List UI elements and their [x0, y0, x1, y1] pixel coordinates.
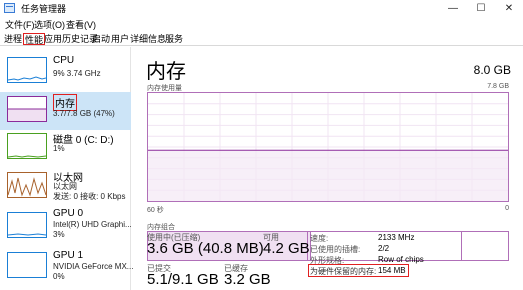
maximize-button[interactable]: ☐	[466, 0, 496, 17]
usage-area	[148, 150, 508, 201]
performance-sidebar: CPU 9% 3.74 GHz 内存 3.7/7.8 GB (47%) 磁盘 0…	[0, 47, 134, 290]
page-title: 内存	[146, 61, 186, 83]
sidebar-item-detail: NVIDIA GeForce MX...	[53, 262, 134, 271]
sidebar-item-usage: 3%	[53, 230, 65, 239]
slots-value: 2/2	[378, 244, 390, 253]
sidebar-item-cpu[interactable]: CPU 9% 3.74 GHz	[0, 55, 131, 94]
gpu1-graph-icon	[7, 252, 47, 278]
sidebar-item-disk[interactable]: 磁盘 0 (C: D:) 1%	[0, 131, 131, 170]
cached-value: 3.2 GB	[224, 271, 271, 288]
tab-services[interactable]: 服务	[165, 33, 183, 45]
tab-app-history[interactable]: 应用历史记录	[44, 33, 98, 45]
slots-label: 已使用的插槽:	[310, 245, 361, 254]
tab-details[interactable]: 详细信息	[130, 33, 166, 45]
memory-usage-graph	[147, 92, 509, 202]
hardware-reserved-value: 154 MB	[378, 266, 406, 275]
sidebar-item-throughput: 发送: 0 接收: 0 Kbps	[53, 192, 126, 201]
memory-graph-icon	[7, 96, 47, 122]
minimize-button[interactable]: —	[438, 0, 468, 17]
close-button[interactable]: ✕	[494, 0, 523, 17]
graph-time-label: 60 秒	[147, 207, 164, 214]
sidebar-item-gpu1[interactable]: GPU 1 NVIDIA GeForce MX... 0%	[0, 250, 134, 289]
sidebar-item-label: GPU 0	[53, 208, 84, 219]
total-memory: 8.0 GB	[473, 63, 511, 77]
sidebar-item-label: GPU 1	[53, 250, 84, 261]
cpu-graph-icon	[7, 57, 47, 83]
disk-graph-icon	[7, 133, 47, 159]
sidebar-item-gpu0[interactable]: GPU 0 Intel(R) UHD Graphi... 3%	[0, 208, 132, 247]
tab-users[interactable]: 用户	[111, 33, 129, 45]
menu-options[interactable]: 选项(O)	[34, 18, 65, 31]
menu-view[interactable]: 查看(V)	[66, 18, 96, 31]
sidebar-item-detail: 1%	[53, 144, 65, 153]
menu-bar: 文件(F) 选项(O) 查看(V)	[0, 17, 523, 31]
sidebar-item-ethernet[interactable]: 以太网 以太网 发送: 0 接收: 0 Kbps	[0, 169, 131, 208]
graph-min-label: 0	[505, 205, 509, 212]
speed-label: 速度:	[310, 234, 329, 243]
tab-startup[interactable]: 启动	[92, 33, 110, 45]
tab-bar: 进程 性能 应用历史记录 启动 用户 详细信息 服务	[0, 31, 523, 46]
gpu0-graph-icon	[7, 212, 47, 238]
window-title: 任务管理器	[21, 4, 67, 14]
sidebar-item-memory[interactable]: 内存 3.7/7.8 GB (47%)	[0, 92, 131, 130]
hardware-reserved-label: 为硬件保留的内存:	[310, 267, 377, 276]
menu-file[interactable]: 文件(F)	[5, 18, 35, 31]
usage-graph-max: 7.8 GB	[487, 83, 509, 90]
available-value: 4.2 GB	[263, 240, 310, 257]
title-bar: 任务管理器 — ☐ ✕	[0, 0, 523, 17]
task-manager-icon	[4, 3, 15, 13]
sidebar-item-detail: Intel(R) UHD Graphi...	[53, 220, 132, 229]
sidebar-item-label: CPU	[53, 55, 75, 66]
in-use-value: 3.6 GB (40.8 MB)	[147, 240, 264, 257]
speed-value: 2133 MHz	[378, 233, 415, 242]
sidebar-item-detail: 9% 3.74 GHz	[53, 69, 101, 78]
ethernet-graph-icon	[7, 172, 47, 198]
usage-graph-svg	[148, 93, 508, 201]
form-factor-value: Row of chips	[378, 255, 424, 264]
sidebar-item-usage: 0%	[53, 272, 65, 281]
tab-processes[interactable]: 进程	[4, 33, 22, 45]
committed-value: 5.1/9.1 GB	[147, 271, 219, 288]
tab-performance[interactable]: 性能	[23, 33, 46, 45]
sidebar-item-detail: 3.7/7.8 GB (47%)	[53, 109, 115, 118]
